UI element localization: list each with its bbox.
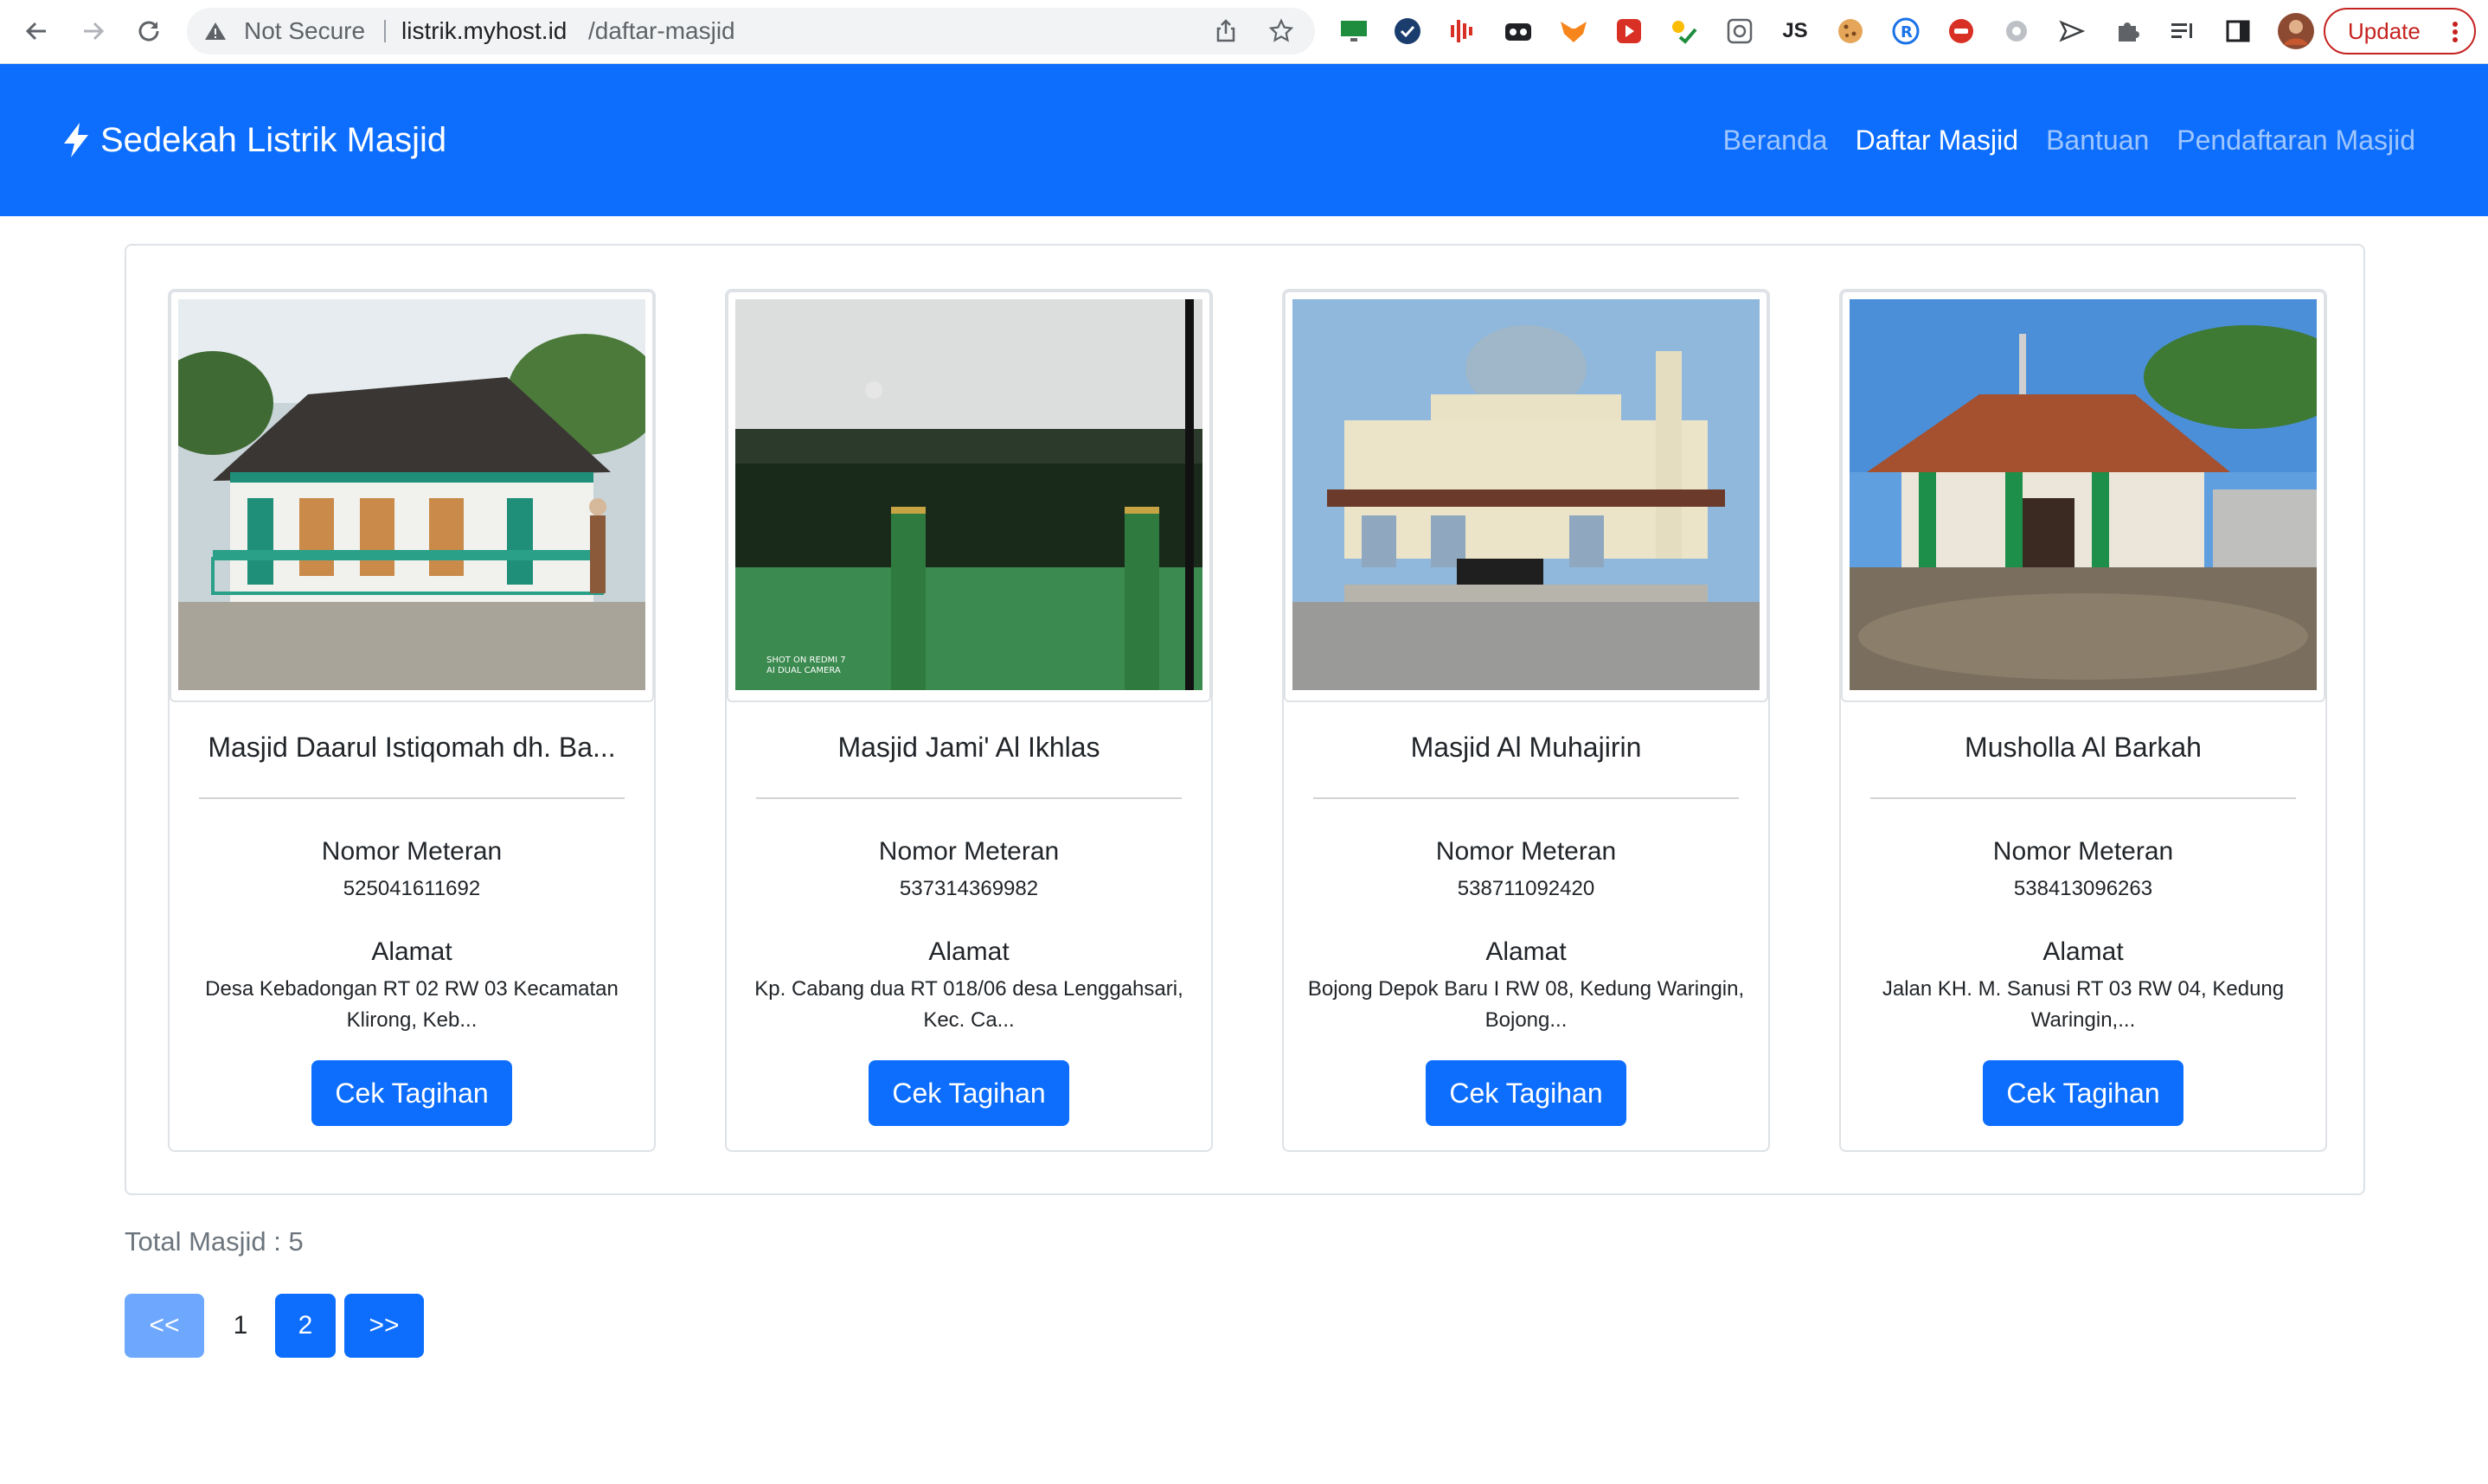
security-label: Not Secure <box>244 17 366 44</box>
card-divider <box>1870 797 2296 799</box>
monitor-extension-icon[interactable] <box>1337 15 1370 48</box>
glasses-extension-icon[interactable] <box>1502 15 1535 48</box>
nav-link-bantuan[interactable]: Bantuan <box>2046 125 2149 157</box>
card-divider <box>199 797 625 799</box>
card-divider <box>756 797 1182 799</box>
omnibox-divider <box>384 20 386 42</box>
mosque-photo-frame <box>1284 291 1768 702</box>
mosque-photo-frame: SHOT ON REDMI 7 AI DUAL CAMERA <box>727 291 1211 702</box>
js-extension-icon[interactable]: JS <box>1779 15 1811 48</box>
address-label: Alamat <box>1485 937 1567 966</box>
mosque-photo <box>1850 299 2317 690</box>
address-bar[interactable]: Not Secure listrik.myhost.id /daftar-mas… <box>187 8 1315 54</box>
reload-icon[interactable] <box>130 12 168 50</box>
site-navbar: Sedekah Listrik Masjid Beranda Daftar Mas… <box>0 64 2488 216</box>
meter-number: 538413096263 <box>2013 877 2153 900</box>
mosque-photo <box>735 299 1202 690</box>
bookmark-star-icon[interactable] <box>1268 18 1294 44</box>
side-panel-icon[interactable] <box>2222 15 2254 48</box>
address-label: Alamat <box>928 937 1010 966</box>
watermark-line: SHOT ON REDMI 7 <box>766 656 846 665</box>
meter-label: Nomor Meteran <box>1435 837 1617 866</box>
watermark-line: AI DUAL CAMERA <box>766 666 841 675</box>
meter-label: Nomor Meteran <box>878 837 1060 866</box>
cookie-extension-icon[interactable] <box>1834 15 1867 48</box>
update-label: Update <box>2348 17 2421 44</box>
url-host: listrik.myhost.id <box>401 17 567 44</box>
meter-number: 537314369982 <box>899 877 1039 900</box>
mosque-card: Masjid Al Muhajirin Nomor Meteran 538711… <box>1282 289 1770 1152</box>
meter-label: Nomor Meteran <box>321 837 503 866</box>
nav-links: Beranda Daftar Masjid Bantuan Pendaftaran M… <box>1723 64 2415 216</box>
browser-toolbar: Not Secure listrik.myhost.id /daftar-mas… <box>0 0 2488 64</box>
svg-text:R: R <box>1901 23 1913 42</box>
card-divider <box>1313 797 1739 799</box>
mosque-name: Musholla Al Barkah <box>1965 732 2202 763</box>
pagination-prev[interactable]: << <box>125 1294 204 1358</box>
warning-icon <box>205 22 226 40</box>
mosque-address: Jalan KH. M. Sanusi RT 03 RW 04, Kedung … <box>1882 977 2285 1032</box>
mosque-photo <box>178 299 645 690</box>
check-bill-button[interactable]: Cek Tagihan <box>869 1060 1069 1126</box>
check-bill-button[interactable]: Cek Tagihan <box>1983 1060 2183 1126</box>
send-extension-icon[interactable] <box>2055 15 2088 48</box>
brand-link[interactable]: Sedekah Listrik Masjid <box>61 64 446 216</box>
meter-label: Nomor Meteran <box>1992 837 2174 866</box>
mosque-card: SHOT ON REDMI 7 AI DUAL CAMERA Masjid Ja… <box>725 289 1213 1152</box>
brand-label: Sedekah Listrik Masjid <box>100 120 447 159</box>
check-bill-button[interactable]: Cek Tagihan <box>1426 1060 1626 1126</box>
mosque-card: Masjid Daarul Istiqomah dh. Ba... Nomor … <box>168 289 656 1152</box>
nav-link-pendaftaran-masjid[interactable]: Pendaftaran Masjid <box>2177 125 2415 157</box>
photo-watermark: SHOT ON REDMI 7 AI DUAL CAMERA <box>741 656 846 676</box>
mosque-address: Kp. Cabang dua RT 018/06 desa Lenggahsar… <box>754 977 1183 1032</box>
profile-avatar[interactable] <box>2277 12 2315 50</box>
check-bill-button[interactable]: Cek Tagihan <box>311 1060 512 1126</box>
url-path: /daftar-masjid <box>588 17 735 44</box>
audio-bars-extension-icon[interactable] <box>1446 15 1479 48</box>
mosque-name: Masjid Al Muhajirin <box>1410 732 1642 763</box>
mosque-photo-frame <box>1841 291 2325 702</box>
pagination-next[interactable]: >> <box>344 1294 424 1358</box>
colorful-check-extension-icon[interactable] <box>1668 15 1701 48</box>
r-extension-icon[interactable]: R <box>1889 15 1922 48</box>
forward-arrow-icon[interactable] <box>74 12 112 50</box>
total-mosque-count: Total Masjid : 5 <box>125 1226 304 1257</box>
media-queue-icon[interactable] <box>2166 15 2199 48</box>
mosque-name: Masjid Daarul Istiqomah dh. Ba... <box>208 732 616 763</box>
pagination-page-2[interactable]: 2 <box>275 1294 336 1358</box>
gear-extension-icon[interactable] <box>2000 15 2033 48</box>
puzzle-extensions-icon[interactable] <box>2111 15 2144 48</box>
check-extension-icon[interactable] <box>1391 15 1424 48</box>
camera-extension-icon[interactable] <box>1723 15 1756 48</box>
back-arrow-icon[interactable] <box>17 12 55 50</box>
mosque-card: Musholla Al Barkah Nomor Meteran 5384130… <box>1839 289 2327 1152</box>
share-icon[interactable] <box>1213 18 1239 44</box>
update-button[interactable]: Update <box>2324 8 2476 54</box>
fox-extension-icon[interactable] <box>1557 15 1590 48</box>
meter-number: 538711092420 <box>1457 877 1595 900</box>
block-extension-icon[interactable] <box>1945 15 1978 48</box>
mosque-photo-frame <box>170 291 654 702</box>
lightning-icon <box>64 123 88 157</box>
address-label: Alamat <box>371 937 452 966</box>
pagination-page-1[interactable]: 1 <box>215 1294 266 1358</box>
mosque-address: Bojong Depok Baru I RW 08, Kedung Waring… <box>1307 977 1745 1032</box>
meter-number: 525041611692 <box>343 877 481 900</box>
nav-link-daftar-masjid[interactable]: Daftar Masjid <box>1856 125 2019 157</box>
more-vert-icon <box>2453 22 2458 42</box>
mosque-list-panel: Masjid Daarul Istiqomah dh. Ba... Nomor … <box>125 244 2365 1195</box>
address-label: Alamat <box>2042 937 2124 966</box>
nav-link-beranda[interactable]: Beranda <box>1723 125 1828 157</box>
mosque-photo <box>1292 299 1760 690</box>
mosque-address: Desa Kebadongan RT 02 RW 03 Kecamatan Kl… <box>205 977 619 1032</box>
play-extension-icon[interactable] <box>1613 15 1645 48</box>
mosque-name: Masjid Jami' Al Ikhlas <box>837 732 1100 763</box>
